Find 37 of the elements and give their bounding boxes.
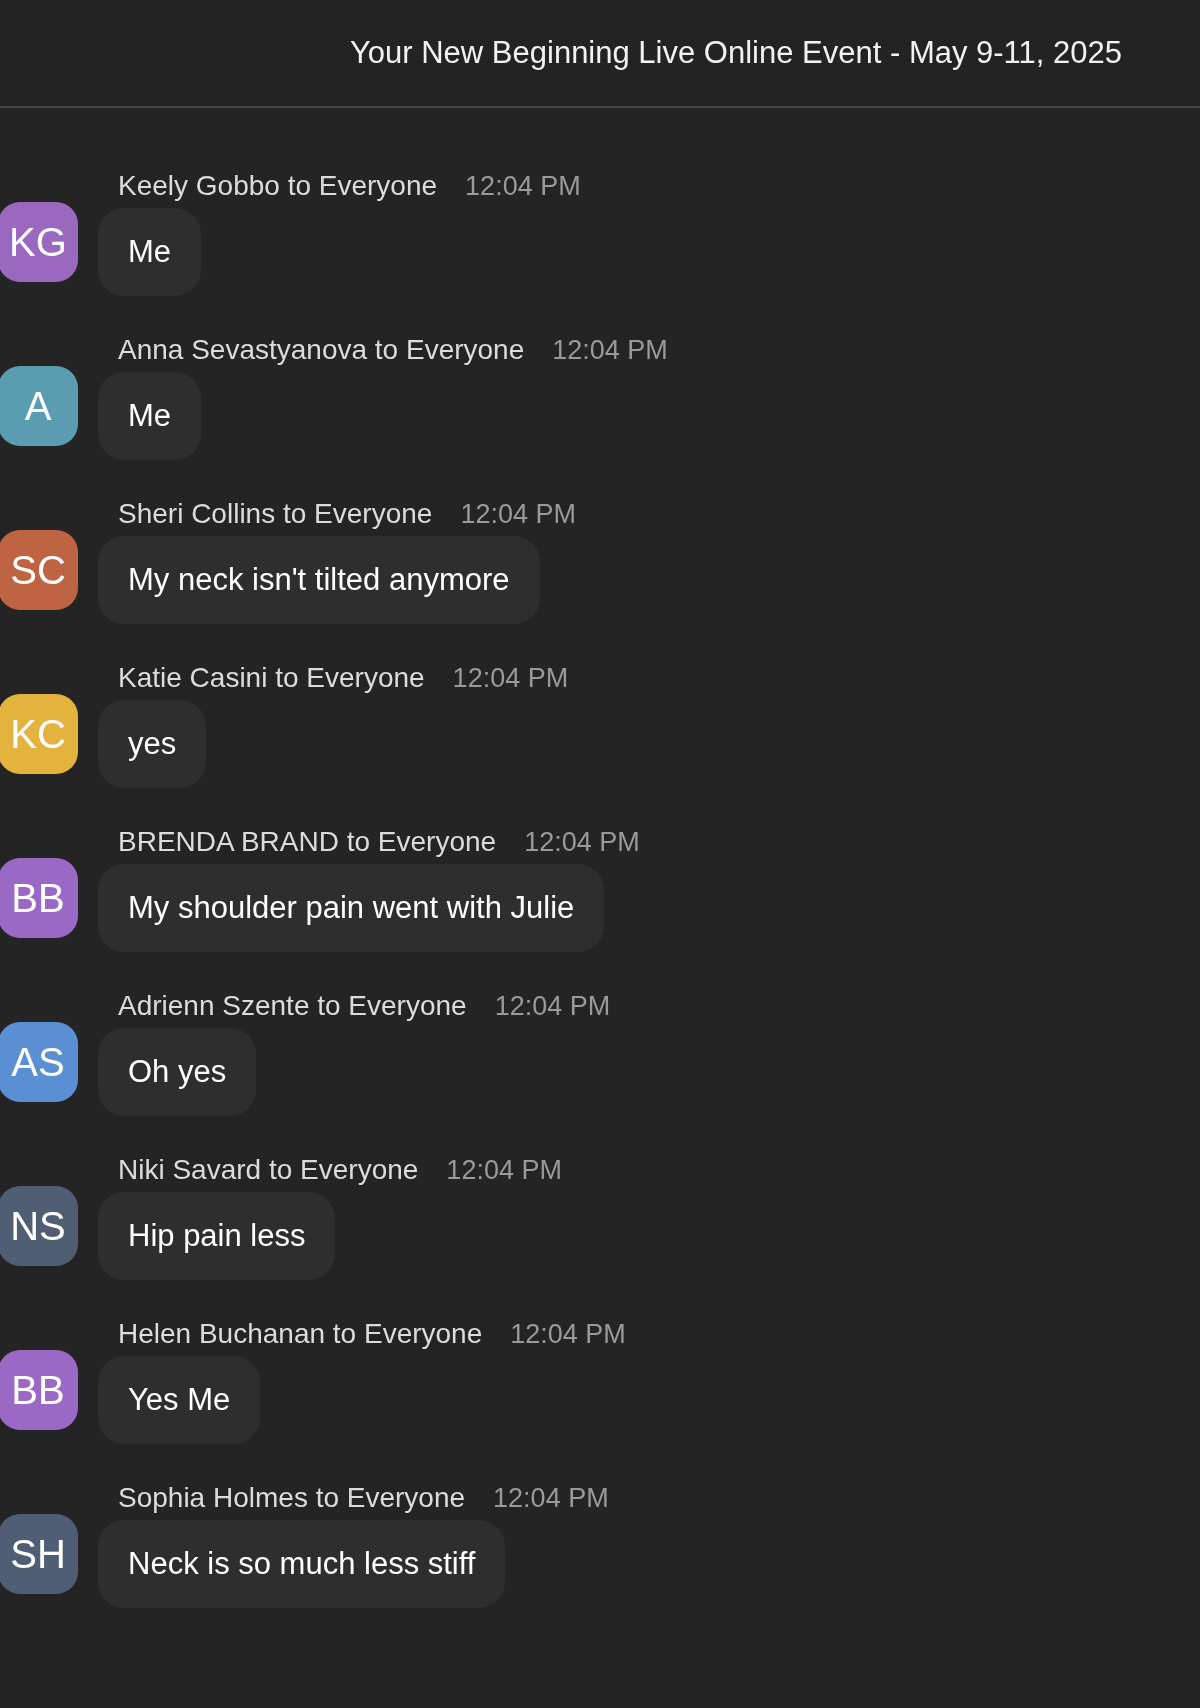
sender-name: Niki Savard to Everyone bbox=[118, 1154, 419, 1186]
message-bubble: Me bbox=[98, 208, 202, 296]
message-time: 12:04 PM bbox=[460, 499, 576, 530]
message-bubble: My neck isn't tilted anymore bbox=[98, 536, 540, 624]
sender-name: Sheri Collins to Everyone bbox=[118, 498, 433, 530]
message-bubble: Neck is so much less stiff bbox=[98, 1520, 506, 1608]
avatar: KC bbox=[0, 694, 78, 774]
sender-name: Anna Sevastyanova to Everyone bbox=[118, 334, 525, 366]
message-bubble: Oh yes bbox=[98, 1028, 257, 1116]
avatar: BB bbox=[0, 1350, 78, 1430]
sender-name: Katie Casini to Everyone bbox=[118, 662, 425, 694]
avatar: A bbox=[0, 366, 78, 446]
sender-name: Adrienn Szente to Everyone bbox=[118, 990, 467, 1022]
message-time: 12:04 PM bbox=[494, 991, 611, 1022]
message-time: 12:04 PM bbox=[452, 663, 569, 694]
message-time: 12:04 PM bbox=[524, 827, 640, 858]
message-time: 12:04 PM bbox=[465, 171, 581, 202]
message-bubble: Hip pain less bbox=[98, 1192, 336, 1280]
sender-name: Helen Buchanan to Everyone bbox=[118, 1318, 483, 1350]
message-time: 12:04 PM bbox=[493, 1483, 609, 1514]
message-bubble: Me bbox=[98, 372, 202, 460]
message-time: 12:04 PM bbox=[446, 1155, 562, 1186]
sender-name: BRENDA BRAND to Everyone bbox=[118, 826, 497, 858]
sender-name: Keely Gobbo to Everyone bbox=[118, 170, 438, 202]
message-bubble: My shoulder pain went with Julie bbox=[98, 864, 605, 952]
message-time: 12:04 PM bbox=[552, 335, 668, 366]
sender-name: Sophia Holmes to Everyone bbox=[118, 1482, 466, 1514]
avatar: KG bbox=[0, 202, 78, 282]
avatar: SH bbox=[0, 1514, 78, 1594]
avatar: BB bbox=[0, 858, 78, 938]
message-bubble: Yes Me bbox=[98, 1356, 261, 1444]
event-title: Your New Beginning Live Online Event - May 9-11, 2025 bbox=[349, 35, 1122, 71]
avatar: NS bbox=[0, 1186, 78, 1266]
message-bubble: yes bbox=[98, 700, 207, 788]
avatar: AS bbox=[0, 1022, 78, 1102]
message-time: 12:04 PM bbox=[510, 1319, 626, 1350]
avatar: SC bbox=[0, 530, 78, 610]
